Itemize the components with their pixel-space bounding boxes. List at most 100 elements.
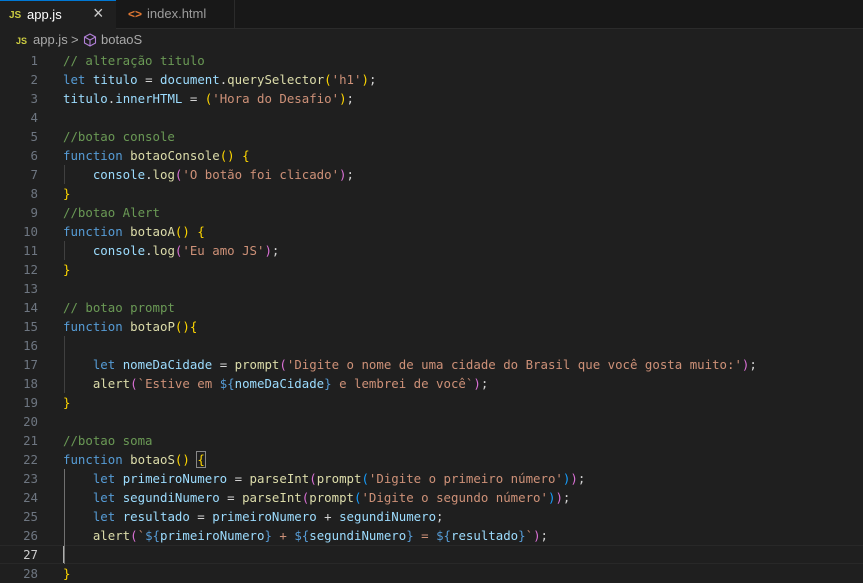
code-token: let xyxy=(63,72,86,87)
code-token: let xyxy=(92,490,116,505)
code-text: // alteração titulo xyxy=(63,51,205,70)
code-token: //botao console xyxy=(63,129,175,144)
code-token: botaoS xyxy=(130,452,175,467)
code-token: ) xyxy=(473,376,481,391)
code-line[interactable]: 10 function botaoA() { xyxy=(0,222,863,241)
code-text: let segundiNumero = parseInt(prompt('Dig… xyxy=(63,488,571,507)
code-token: ( xyxy=(361,471,369,486)
js-file-icon: JS xyxy=(16,36,28,46)
code-editor[interactable]: 1 // alteração titulo 2 let titulo = docume… xyxy=(0,51,863,581)
code-token: ` xyxy=(525,528,534,543)
line-number: 14 xyxy=(23,300,38,315)
tab-app-js[interactable]: JS app.js × xyxy=(0,0,116,29)
code-token: ; xyxy=(271,243,280,258)
code-token: ( xyxy=(324,72,332,87)
code-token: { xyxy=(189,319,198,334)
code-token: () xyxy=(174,319,190,334)
code-line[interactable]: 25 let resultado = primeiroNumero + segu… xyxy=(0,507,863,526)
line-number: 28 xyxy=(23,566,38,581)
code-line[interactable]: 8} xyxy=(0,184,863,203)
indent-guide xyxy=(64,469,65,564)
code-line[interactable]: 6 function botaoConsole() { xyxy=(0,146,863,165)
code-line[interactable]: 15 function botaoP(){ xyxy=(0,317,863,336)
code-line[interactable]: 3 titulo.innerHTML = ('Hora do Desafio'); xyxy=(0,89,863,108)
line-number: 1 xyxy=(30,53,38,68)
line-number: 7 xyxy=(30,167,38,182)
code-line[interactable]: 2 let titulo = document.querySelector('h1… xyxy=(0,70,863,89)
code-text: // botao prompt xyxy=(63,298,175,317)
code-line[interactable]: 4 xyxy=(0,108,863,127)
code-token: botaoConsole xyxy=(130,148,220,163)
line-number: 26 xyxy=(23,528,38,543)
code-line[interactable]: 17 let nomeDaCidade = prompt('Digite o n… xyxy=(0,355,863,374)
line-number: 13 xyxy=(23,281,38,296)
close-icon[interactable]: × xyxy=(93,0,104,27)
code-line[interactable]: 26 alert(`${primeiroNumero} + ${segundiN… xyxy=(0,526,863,545)
code-token: //botao Alert xyxy=(63,205,160,220)
line-number: 25 xyxy=(23,509,38,524)
code-token: // botao prompt xyxy=(63,300,175,315)
indent-guide xyxy=(64,336,65,393)
code-token: prompt xyxy=(316,471,362,486)
code-token: botaoA xyxy=(130,224,175,239)
code-line[interactable]: 14 // botao prompt xyxy=(0,298,863,317)
code-line[interactable]: 23 let primeiroNumero = parseInt(prompt(… xyxy=(0,469,863,488)
code-token: parseInt xyxy=(249,471,310,486)
code-token: () xyxy=(174,224,190,239)
code-line[interactable]: 11 console.log('Eu amo JS'); xyxy=(0,241,863,260)
code-text: } xyxy=(63,393,70,412)
code-text: function botaoP(){ xyxy=(63,317,197,336)
code-token: segundiNumero xyxy=(339,509,437,524)
code-token: log xyxy=(152,167,175,182)
code-line[interactable]: 28} xyxy=(0,564,863,583)
code-line[interactable]: 7 console.log('O botão foi clicado'); xyxy=(0,165,863,184)
html-file-icon: <> xyxy=(128,7,143,21)
tab-index-html[interactable]: <> index.html xyxy=(116,0,235,29)
tab-label: app.js xyxy=(27,7,62,22)
code-token: resultado xyxy=(451,528,519,543)
code-text: console.log('Eu amo JS'); xyxy=(63,241,280,260)
code-token: ( xyxy=(130,376,138,391)
code-line[interactable]: 12} xyxy=(0,260,863,279)
code-token: ( xyxy=(309,471,317,486)
code-text: //botao Alert xyxy=(63,203,160,222)
line-number: 4 xyxy=(30,110,38,125)
code-token: } xyxy=(63,395,71,410)
code-line[interactable]: 18 alert(`Estive em ${nomeDaCidade} e le… xyxy=(0,374,863,393)
code-token: ; xyxy=(436,509,444,524)
code-line[interactable]: 9 //botao Alert xyxy=(0,203,863,222)
code-token: alert xyxy=(92,376,131,391)
code-token: ) xyxy=(533,528,541,543)
code-token: = xyxy=(219,490,243,505)
code-line[interactable]: 20 xyxy=(0,412,863,431)
code-line[interactable]: 24 let segundiNumero = parseInt(prompt('… xyxy=(0,488,863,507)
code-line[interactable]: 19} xyxy=(0,393,863,412)
code-line[interactable]: 16 xyxy=(0,336,863,355)
code-token: ( xyxy=(279,357,287,372)
code-text: //botao soma xyxy=(63,431,153,450)
breadcrumb-file[interactable]: app.js xyxy=(33,32,68,48)
line-number: 12 xyxy=(23,262,38,277)
code-token: ${ xyxy=(294,528,310,543)
code-line[interactable]: 22 function botaoS() { xyxy=(0,450,863,469)
code-token: resultado xyxy=(122,509,190,524)
code-token: 'h1' xyxy=(331,72,362,87)
breadcrumb-symbol[interactable]: botaoS xyxy=(101,32,142,48)
code-token: prompt xyxy=(234,357,280,372)
code-line[interactable]: 27 xyxy=(0,545,863,564)
code-token: segundiNumero xyxy=(122,490,220,505)
code-token: alert xyxy=(92,528,131,543)
code-text: let titulo = document.querySelector('h1'… xyxy=(63,70,376,89)
line-number: 27 xyxy=(23,547,38,562)
code-line[interactable]: 21 //botao soma xyxy=(0,431,863,450)
code-line[interactable]: 5 //botao console xyxy=(0,127,863,146)
code-line[interactable]: 1 // alteração titulo xyxy=(0,51,863,70)
code-token: } xyxy=(63,262,71,277)
code-line[interactable]: 13 xyxy=(0,279,863,298)
code-token: = xyxy=(212,357,235,372)
code-token: let xyxy=(92,471,116,486)
